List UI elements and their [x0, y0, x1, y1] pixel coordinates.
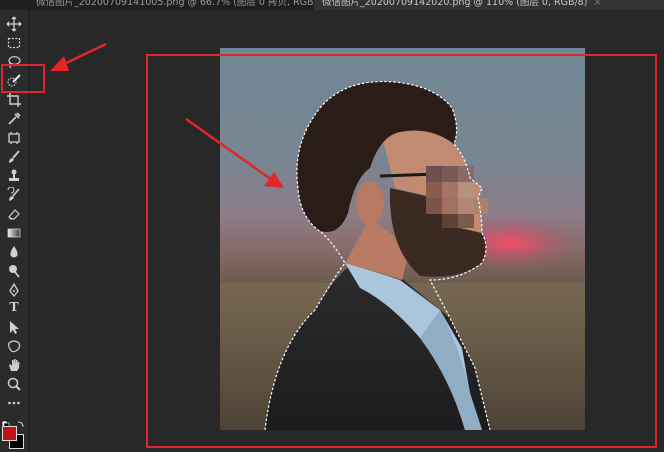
- document-tab-bar: 微信图片_20200709141005.png @ 66.7% (图层 0 拷贝…: [0, 0, 664, 10]
- close-icon[interactable]: ×: [593, 0, 601, 10]
- history-brush-tool-icon[interactable]: [6, 187, 22, 203]
- brush-tool-icon[interactable]: [6, 149, 22, 165]
- eraser-tool-icon[interactable]: [6, 206, 22, 222]
- path-selection-tool-icon[interactable]: [6, 319, 22, 335]
- more-tools-icon[interactable]: [6, 395, 22, 411]
- dodge-tool-icon[interactable]: [6, 263, 22, 279]
- gradient-tool-icon[interactable]: [6, 225, 22, 241]
- crop-tool-icon[interactable]: [6, 92, 22, 108]
- document-tab-2[interactable]: 微信图片_20200709142020.png @ 110% (图层 0, RG…: [314, 0, 664, 10]
- move-tool-icon[interactable]: [6, 16, 22, 32]
- swap-colors-icon[interactable]: [1, 414, 27, 429]
- clone-stamp-tool-icon[interactable]: [6, 168, 22, 184]
- blur-tool-icon[interactable]: [6, 244, 22, 260]
- custom-shape-tool-icon[interactable]: [6, 338, 22, 354]
- pen-tool-icon[interactable]: [6, 282, 22, 298]
- quick-selection-highlight-box: [1, 64, 45, 93]
- document-tab-2-title: 微信图片_20200709142020.png @ 110% (图层 0, RG…: [322, 0, 588, 8]
- canvas-highlight-box: [146, 54, 657, 448]
- eyedropper-tool-icon[interactable]: [6, 111, 22, 127]
- frame-tool-icon[interactable]: [6, 130, 22, 146]
- foreground-color-swatch[interactable]: [2, 426, 17, 441]
- document-tab-1-title: 微信图片_20200709141005.png @ 66.7% (图层 0 拷贝…: [36, 0, 327, 8]
- type-tool-icon[interactable]: T: [6, 300, 22, 316]
- marquee-tool-icon[interactable]: [6, 35, 22, 51]
- zoom-tool-icon[interactable]: [6, 376, 22, 392]
- document-tab-1[interactable]: 微信图片_20200709141005.png @ 66.7% (图层 0 拷贝…: [28, 0, 340, 10]
- hand-tool-icon[interactable]: [6, 357, 22, 373]
